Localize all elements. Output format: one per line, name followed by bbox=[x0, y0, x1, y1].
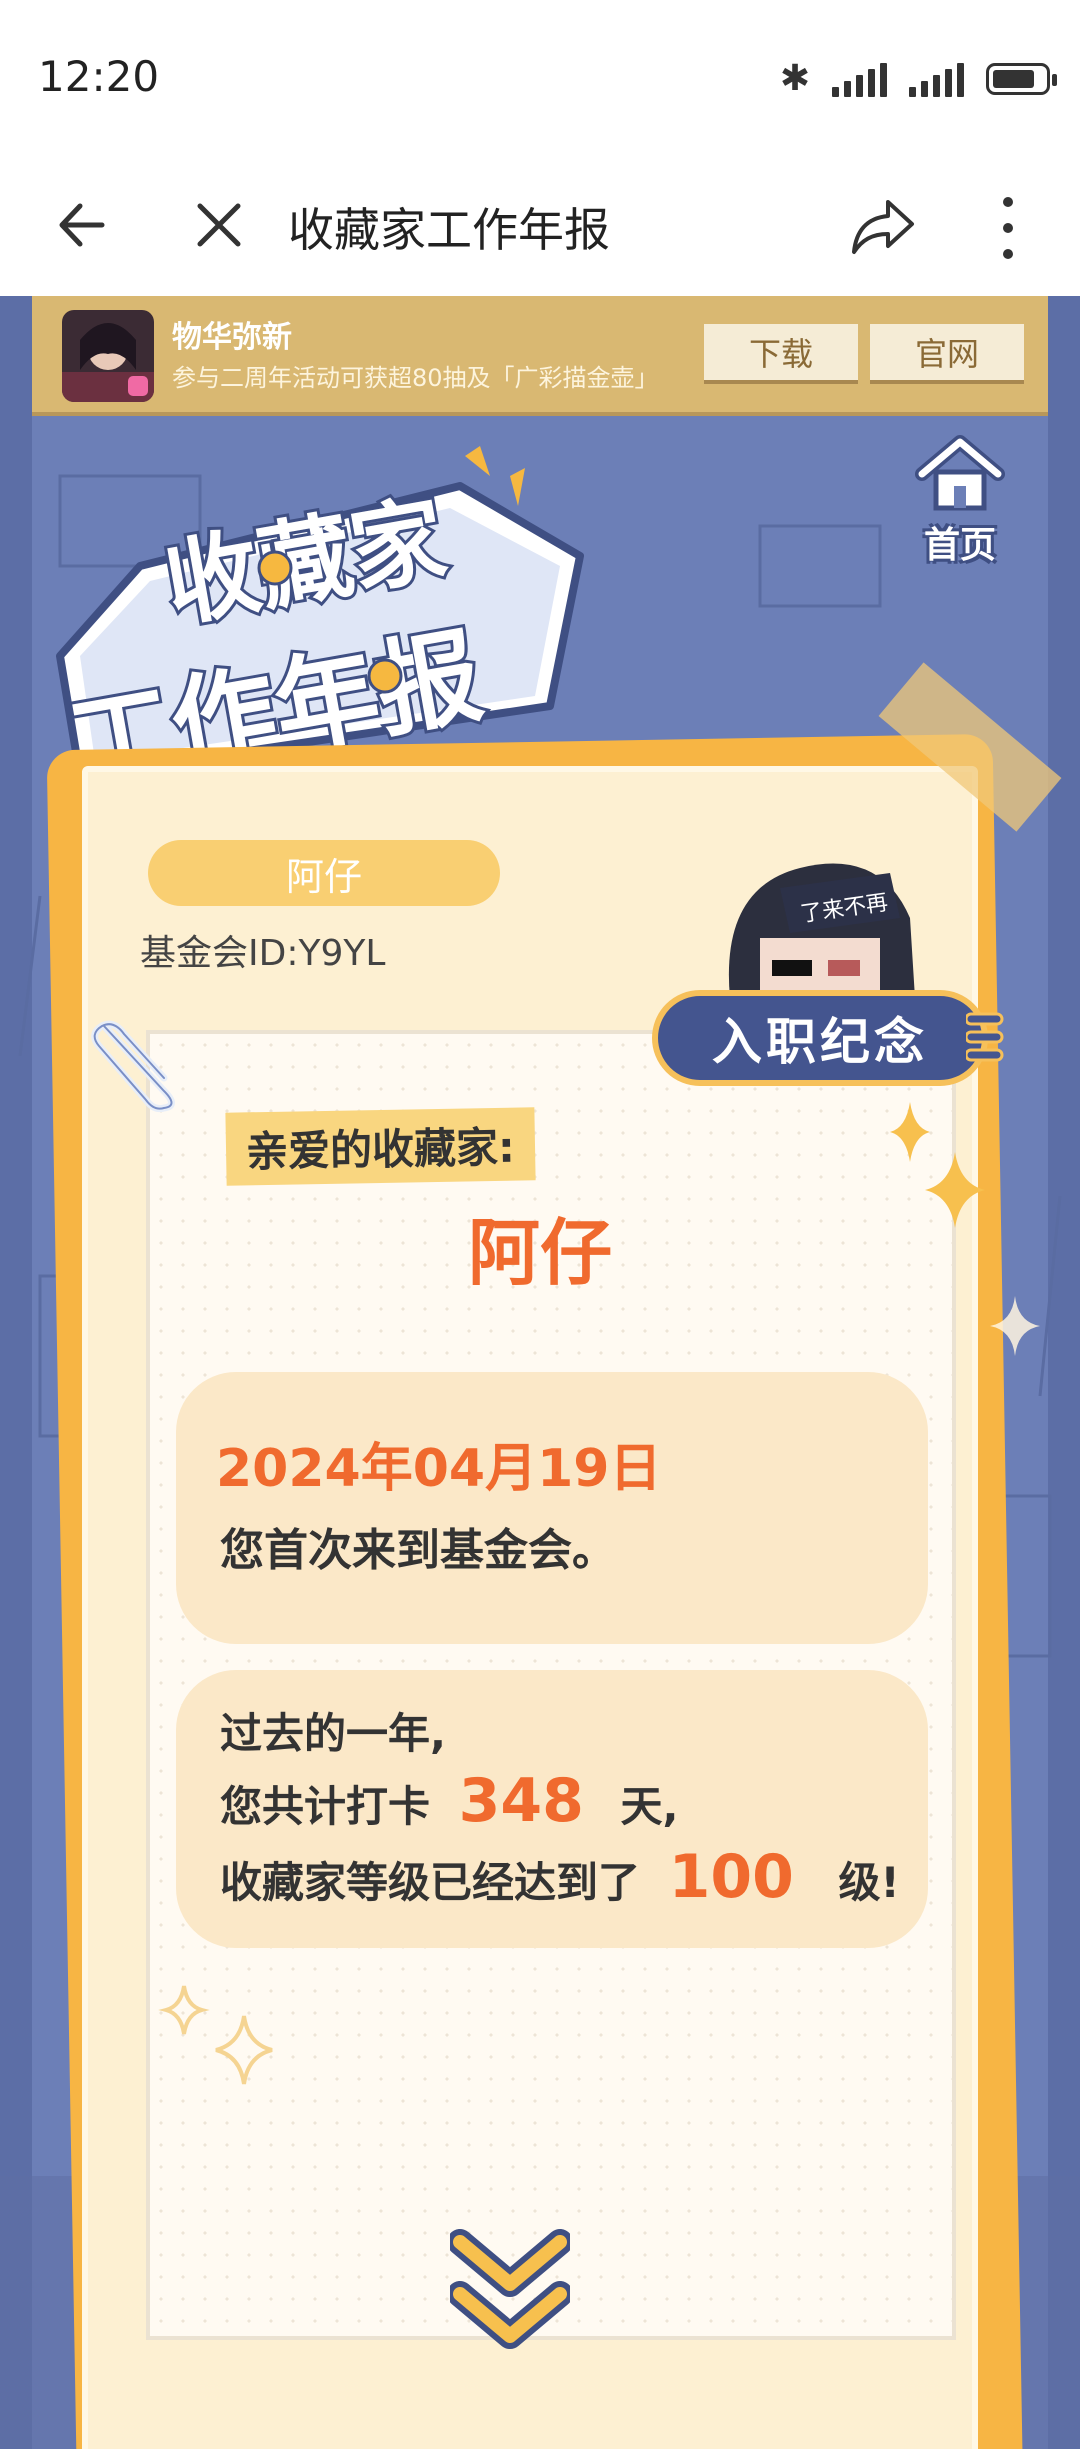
ad-title: 物华弥新 bbox=[172, 320, 292, 355]
level-value: 100 bbox=[668, 1842, 794, 1912]
share-icon[interactable] bbox=[846, 188, 922, 264]
sparkle-outline-icon bbox=[158, 1985, 273, 2085]
signal-icon bbox=[832, 61, 887, 97]
official-site-button[interactable]: 官网 bbox=[870, 324, 1024, 380]
more-options-icon[interactable] bbox=[988, 188, 1028, 268]
battery-icon bbox=[986, 62, 1057, 95]
username-pill: 阿仔 bbox=[148, 840, 500, 906]
bluetooth-icon: ✱ bbox=[779, 58, 810, 99]
checkin-suffix: 天, bbox=[620, 1782, 679, 1831]
scroll-down-icon[interactable] bbox=[450, 2222, 570, 2352]
badge-stripes bbox=[966, 1012, 1004, 1062]
character-avatar: 了来不再 bbox=[728, 863, 915, 998]
app-icon bbox=[62, 310, 154, 402]
home-icon bbox=[915, 435, 1005, 511]
download-button[interactable]: 下载 bbox=[704, 324, 858, 380]
fund-id: 基金会ID:Y9YL bbox=[140, 933, 386, 974]
nav-bar: 收藏家工作年报 bbox=[0, 160, 1080, 296]
level-line: 收藏家等级已经达到了 100 级! bbox=[220, 1842, 900, 1912]
join-date: 2024年04月19日 bbox=[216, 1439, 662, 1499]
status-icons: ✱ bbox=[779, 58, 1057, 99]
close-icon[interactable] bbox=[184, 190, 254, 260]
ad-banner[interactable]: 物华弥新 参与二周年活动可获超80抽及「广彩描金壶」 下载 官网 bbox=[32, 296, 1048, 416]
first-visit-text: 您首次来到基金会。 bbox=[220, 1525, 616, 1576]
checkin-days: 348 bbox=[458, 1766, 584, 1836]
ad-description: 参与二周年活动可获超80抽及「广彩描金壶」 bbox=[172, 364, 659, 392]
home-label: 首页 bbox=[923, 525, 996, 566]
past-year-text: 过去的一年, bbox=[220, 1709, 446, 1758]
greeting: 亲爱的收藏家: bbox=[225, 1107, 536, 1186]
back-arrow-icon[interactable] bbox=[50, 190, 120, 260]
signal-icon-2 bbox=[909, 61, 964, 97]
report-content: 物华弥新 参与二周年活动可获超80抽及「广彩描金壶」 下载 官网 首页 收藏家 … bbox=[0, 296, 1080, 2449]
level-prefix: 收藏家等级已经达到了 bbox=[220, 1858, 641, 1907]
page-title: 收藏家工作年报 bbox=[288, 203, 610, 257]
recipient-name: 阿仔 bbox=[467, 1211, 612, 1295]
status-time: 12:20 bbox=[38, 52, 160, 101]
home-button[interactable]: 首页 bbox=[912, 434, 1008, 566]
status-bar: 12:20 ✱ bbox=[0, 0, 1080, 160]
checkin-prefix: 您共计打卡 bbox=[220, 1782, 431, 1831]
sparkle-icon-small bbox=[990, 1296, 1040, 1356]
onboarding-badge: 入职纪念 bbox=[652, 990, 988, 1086]
level-suffix: 级! bbox=[838, 1858, 900, 1907]
checkin-line: 您共计打卡 348 天, bbox=[220, 1766, 678, 1836]
first-visit-box bbox=[176, 1372, 928, 1644]
paperclip-icon bbox=[91, 1020, 175, 1113]
